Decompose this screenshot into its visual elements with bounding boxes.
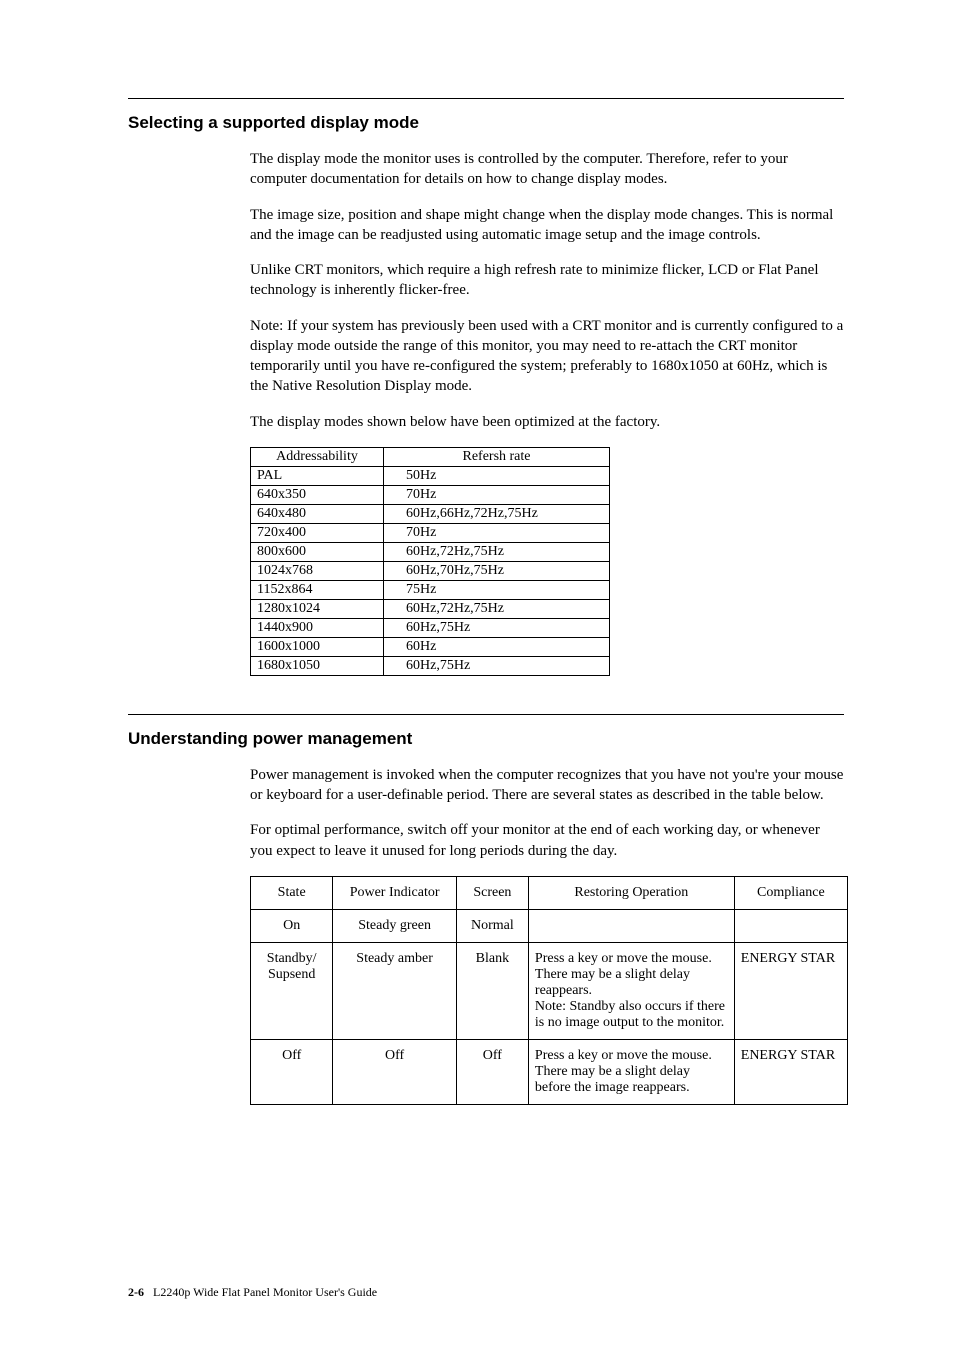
section-display-mode-body: The display mode the monitor uses is con… — [250, 149, 844, 432]
table-row: Off Off Off Press a key or move the mous… — [251, 1039, 848, 1104]
cell-restoring-operation — [528, 909, 734, 942]
page-footer: 2-6 L2240p Wide Flat Panel Monitor User'… — [128, 1285, 377, 1300]
footer-title: L2240p Wide Flat Panel Monitor User's Gu… — [153, 1285, 377, 1299]
paragraph: For optimal performance, switch off your… — [250, 820, 844, 861]
header-state: State — [251, 876, 333, 909]
section-power-mgmt-body: Power management is invoked when the com… — [250, 765, 844, 861]
cell-addressability: 1152x864 — [251, 580, 384, 599]
table-row: 1152x86475Hz — [251, 580, 610, 599]
cell-screen: Off — [456, 1039, 528, 1104]
cell-refresh: 60Hz,75Hz — [384, 618, 610, 637]
paragraph: Power management is invoked when the com… — [250, 765, 844, 806]
section-display-mode-title: Selecting a supported display mode — [128, 113, 844, 133]
cell-refresh: 75Hz — [384, 580, 610, 599]
cell-addressability: 800x600 — [251, 542, 384, 561]
cell-addressability: 720x400 — [251, 523, 384, 542]
cell-restoring-operation: Press a key or move the mouse. There may… — [528, 942, 734, 1039]
table-row: Standby/ Supsend Steady amber Blank Pres… — [251, 942, 848, 1039]
cell-addressability: PAL — [251, 466, 384, 485]
table-row: 1024x76860Hz,70Hz,75Hz — [251, 561, 610, 580]
table-header-row: State Power Indicator Screen Restoring O… — [251, 876, 848, 909]
cell-power-indicator: Steady green — [333, 909, 457, 942]
cell-addressability: 1024x768 — [251, 561, 384, 580]
paragraph: Note: If your system has previously been… — [250, 316, 844, 397]
paragraph: The display modes shown below have been … — [250, 412, 844, 432]
cell-restoring-operation: Press a key or move the mouse. There may… — [528, 1039, 734, 1104]
table-row: 1600x100060Hz — [251, 637, 610, 656]
table-row: 640x48060Hz,66Hz,72Hz,75Hz — [251, 504, 610, 523]
paragraph: The image size, position and shape might… — [250, 205, 844, 246]
cell-addressability: 1280x1024 — [251, 599, 384, 618]
cell-addressability: 1600x1000 — [251, 637, 384, 656]
header-screen: Screen — [456, 876, 528, 909]
header-addressability: Addressability — [251, 447, 384, 466]
cell-state: On — [251, 909, 333, 942]
cell-refresh: 60Hz,66Hz,72Hz,75Hz — [384, 504, 610, 523]
header-power-indicator: Power Indicator — [333, 876, 457, 909]
cell-compliance: ENERGY STAR — [734, 942, 847, 1039]
paragraph: The display mode the monitor uses is con… — [250, 149, 844, 190]
cell-refresh: 60Hz,72Hz,75Hz — [384, 599, 610, 618]
cell-addressability: 640x350 — [251, 485, 384, 504]
table-row: On Steady green Normal — [251, 909, 848, 942]
cell-screen: Blank — [456, 942, 528, 1039]
display-modes-table: Addressability Refersh rate PAL50Hz 640x… — [250, 447, 610, 676]
table-row: 1280x102460Hz,72Hz,75Hz — [251, 599, 610, 618]
cell-addressability: 1680x1050 — [251, 656, 384, 675]
cell-refresh: 60Hz,75Hz — [384, 656, 610, 675]
cell-addressability: 640x480 — [251, 504, 384, 523]
cell-screen: Normal — [456, 909, 528, 942]
paragraph: Unlike CRT monitors, which require a hig… — [250, 260, 844, 301]
header-restoring-operation: Restoring Operation — [528, 876, 734, 909]
cell-refresh: 50Hz — [384, 466, 610, 485]
power-management-table: State Power Indicator Screen Restoring O… — [250, 876, 848, 1105]
table-row: 800x60060Hz,72Hz,75Hz — [251, 542, 610, 561]
cell-refresh: 60Hz,72Hz,75Hz — [384, 542, 610, 561]
cell-state: Standby/ Supsend — [251, 942, 333, 1039]
cell-refresh: 60Hz,70Hz,75Hz — [384, 561, 610, 580]
cell-refresh: 70Hz — [384, 523, 610, 542]
cell-compliance — [734, 909, 847, 942]
section-power-mgmt-title: Understanding power management — [128, 729, 844, 749]
table-header-row: Addressability Refersh rate — [251, 447, 610, 466]
header-compliance: Compliance — [734, 876, 847, 909]
table-row: 1680x105060Hz,75Hz — [251, 656, 610, 675]
cell-refresh: 60Hz — [384, 637, 610, 656]
header-refresh-rate: Refersh rate — [384, 447, 610, 466]
divider-top — [128, 98, 844, 99]
cell-compliance: ENERGY STAR — [734, 1039, 847, 1104]
page-number: 2-6 — [128, 1285, 144, 1299]
cell-power-indicator: Off — [333, 1039, 457, 1104]
table-row: 640x35070Hz — [251, 485, 610, 504]
cell-refresh: 70Hz — [384, 485, 610, 504]
table-row: 720x40070Hz — [251, 523, 610, 542]
table-row: PAL50Hz — [251, 466, 610, 485]
divider-mid — [128, 714, 844, 715]
table-row: 1440x90060Hz,75Hz — [251, 618, 610, 637]
cell-power-indicator: Steady amber — [333, 942, 457, 1039]
cell-state: Off — [251, 1039, 333, 1104]
cell-addressability: 1440x900 — [251, 618, 384, 637]
